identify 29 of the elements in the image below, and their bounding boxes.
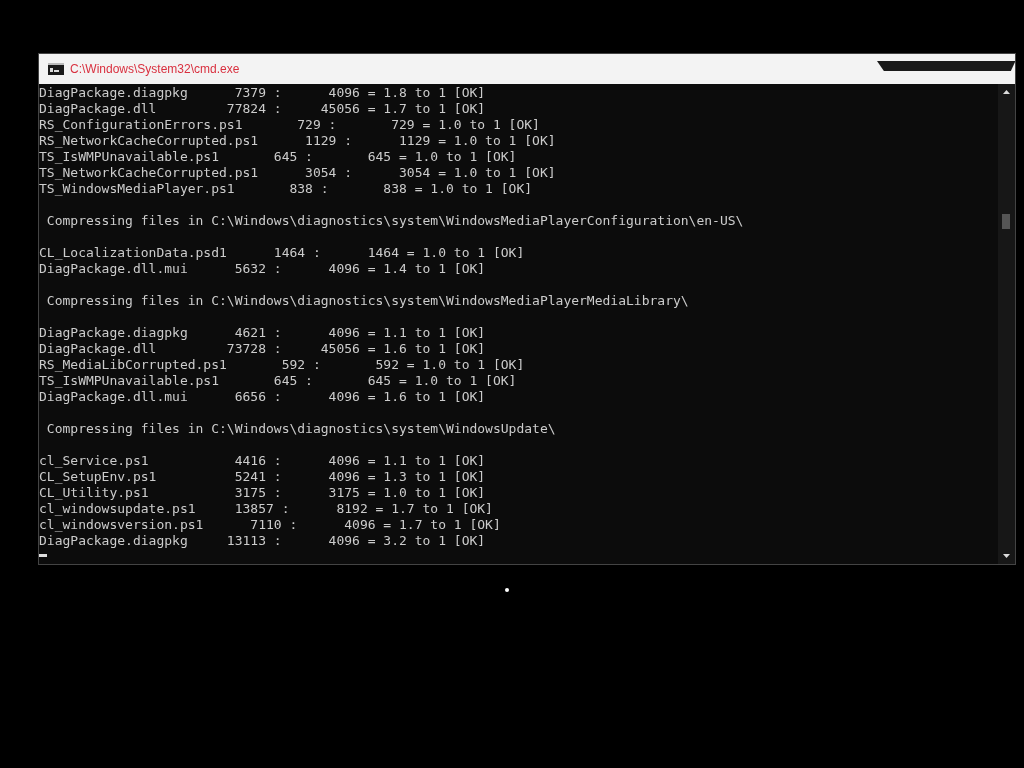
console-line: DiagPackage.diagpkg 4621 : 4096 = 1.1 to 1 [OK] [39,325,487,341]
console-line: DiagPackage.dll.mui 5632 : 4096 = 1.4 to 1 [OK] [39,261,487,277]
console-line: CL_Utility.ps1 3175 : 3175 = 1.0 to 1 [OK] [39,485,487,501]
console-line: cl_windowsupdate.ps1 13857 : 8192 = 1.7 to 1 [OK] [39,501,494,517]
console-line: DiagPackage.diagpkg 13113 : 4096 = 3.2 to 1 [OK] [39,533,487,549]
console-line: Compressing files in C:\Windows\diagnostics\system\WindowsUpdate\ [45,421,557,437]
console-line: Compressing files in C:\Windows\diagnostics\system\WindowsMediaPlayerMediaLibrary\ [45,293,690,309]
console-line: TS_IsWMPUnavailable.ps1 645 : 645 = 1.0 to 1 [OK] [39,149,518,165]
console-line: RS_ConfigurationErrors.ps1 729 : 729 = 1.0 to 1 [OK] [39,117,541,133]
console-line: RS_NetworkCacheCorrupted.ps1 1129 : 1129 = 1.0 to 1 [OK] [39,133,557,149]
console-line: TS_NetworkCacheCorrupted.ps1 3054 : 3054 = 1.0 to 1 [OK] [39,165,557,181]
console-line: RS_MediaLibCorrupted.ps1 592 : 592 = 1.0 to 1 [OK] [39,357,526,373]
console-line: CL_LocalizationData.psd1 1464 : 1464 = 1.0 to 1 [OK] [39,245,526,261]
console-line: Compressing files in C:\Windows\diagnostics\system\WindowsMediaPlayerConfiguration\en-US\ [45,213,745,229]
window-title: C:\Windows\System32\cmd.exe [70,62,240,76]
console-line: cl_Service.ps1 4416 : 4096 = 1.1 to 1 [OK] [39,453,487,469]
console-icon [48,63,64,75]
console-line: DiagPackage.diagpkg 7379 : 4096 = 1.8 to 1 [OK] [39,85,487,101]
console-line: DiagPackage.dll.mui 6656 : 4096 = 1.6 to 1 [OK] [39,389,487,405]
console-line: TS_WindowsMediaPlayer.ps1 838 : 838 = 1.0 to 1 [OK] [39,181,534,197]
scrollbar[interactable] [998,84,1015,564]
console-line: DiagPackage.dll 73728 : 45056 = 1.6 to 1 [OK] [39,341,487,357]
scrollbar-thumb[interactable] [1002,214,1010,229]
console-line: TS_IsWMPUnavailable.ps1 645 : 645 = 1.0 to 1 [OK] [39,373,518,389]
text-cursor [39,554,47,557]
console-line: CL_SetupEnv.ps1 5241 : 4096 = 1.3 to 1 [OK] [39,469,487,485]
console-line: DiagPackage.dll 77824 : 45056 = 1.7 to 1 [OK] [39,101,487,117]
pointer-dot [505,588,509,592]
console-line: cl_windowsversion.ps1 7110 : 4096 = 1.7 to 1 [OK] [39,517,502,533]
